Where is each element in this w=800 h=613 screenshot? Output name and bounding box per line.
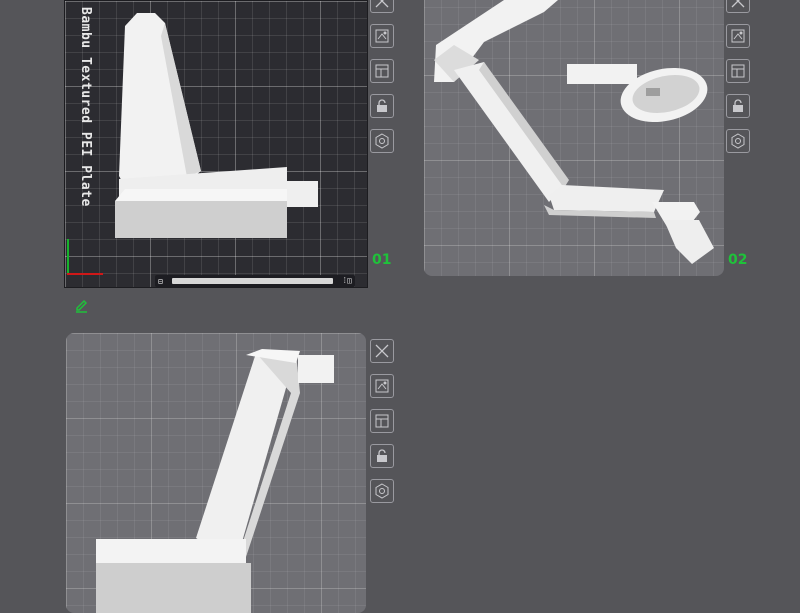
bottom-bar-right: ⁞◫ [342,276,352,285]
plate-settings-button[interactable] [370,129,394,153]
plate-03-toolbar [370,339,396,514]
plate-02[interactable] [424,0,724,276]
plate-01[interactable]: Bambu Textured PEI Plate ⊟ ⁞◫ [64,0,368,288]
plate-bottom-bar[interactable]: ⊟ ⁞◫ [155,275,355,287]
plate-settings-button[interactable] [726,129,750,153]
auto-orient-icon [375,29,389,43]
arrange-icon [375,414,389,428]
lock-plate-button[interactable] [370,444,394,468]
plate-02-toolbar [726,0,752,164]
plate-settings-button[interactable] [370,479,394,503]
lock-plate-button[interactable] [726,94,750,118]
plate-03-model[interactable] [66,333,366,613]
lock-plate-button[interactable] [370,94,394,118]
remove-plate-button[interactable] [370,339,394,363]
plate-number-02: 02 [728,252,748,268]
settings-icon [375,133,389,149]
arrange-icon [731,64,745,78]
remove-plate-button[interactable] [370,0,394,13]
lock-icon [377,449,387,462]
auto-orient-button[interactable] [370,374,394,398]
arrange-icon [375,64,389,78]
x-axis-indicator [67,273,103,275]
plate-01-model[interactable] [65,1,368,288]
arrange-button[interactable] [370,59,394,83]
arrange-button[interactable] [726,59,750,83]
close-icon [375,344,389,358]
lock-icon [733,99,743,112]
arrange-button[interactable] [370,409,394,433]
auto-orient-icon [375,379,389,393]
close-icon [375,0,389,8]
y-axis-indicator [67,239,69,275]
remove-plate-button[interactable] [726,0,750,13]
plate-01-toolbar [370,0,396,164]
plate-type-label: Bambu Textured PEI Plate [78,7,93,207]
plate-03[interactable] [66,333,366,613]
plate-number-01: 01 [372,252,392,268]
settings-icon [375,483,389,499]
close-icon [731,0,745,8]
auto-orient-icon [731,29,745,43]
auto-orient-button[interactable] [370,24,394,48]
settings-icon [731,133,745,149]
edit-plate-name-icon[interactable] [74,298,90,314]
auto-orient-button[interactable] [726,24,750,48]
plate-02-model[interactable] [424,0,724,276]
bottom-bar-left: ⊟ [158,276,163,286]
bottom-bar-track [171,278,334,284]
lock-icon [377,99,387,112]
